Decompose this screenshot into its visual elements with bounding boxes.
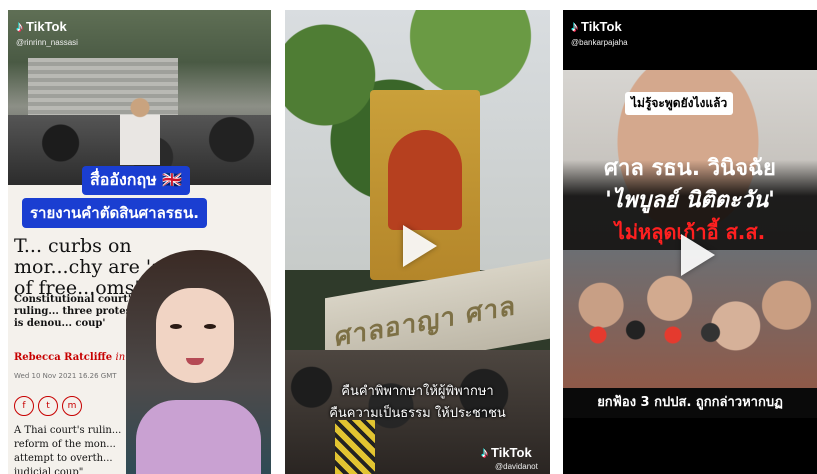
tiktok-note-icon: ♪ (571, 18, 578, 34)
creator-handle[interactable]: @davidanot (495, 462, 538, 471)
subtitle-line-1: คืนคำพิพากษาให้ผู้พิพากษา (341, 384, 494, 399)
presenter-mouth (186, 358, 204, 365)
video-panel-2[interactable]: ศาลอาญา ศาลยุติธรรม คืนคำพิพากษาให้ผู้พิ… (285, 10, 550, 474)
headline-line-1: ศาล รธน. วินิจฉัย (604, 156, 776, 181)
quote-label: ไม่รู้จะพูดยังไงแล้ว (625, 92, 734, 115)
headline-line-2: 'ไพบูลย์ นิติตะวัน' (605, 188, 775, 213)
letterbox-bottom (563, 418, 817, 474)
tiktok-wordmark: TikTok (26, 18, 67, 34)
play-icon[interactable] (681, 234, 715, 276)
presenter-face (156, 288, 234, 383)
presenter-image (126, 250, 271, 474)
subtitle-line-2: คืนความเป็นธรรม ให้ประชาชน (329, 406, 506, 421)
tiktok-wordmark: TikTok (491, 444, 532, 460)
caption-bottom: รายงานคำตัดสินศาลรธน. (22, 198, 207, 228)
court-emblem (388, 130, 462, 230)
twitter-share-icon: t (38, 396, 58, 416)
creator-handle[interactable]: @bankarpajaha (571, 38, 628, 47)
tiktok-note-icon: ♪ (481, 444, 488, 460)
byline-name: Rebecca Ratcliffe (14, 352, 113, 363)
article-body: A Thai court's rulin... reform of the mo… (14, 425, 122, 474)
play-icon[interactable] (403, 225, 437, 267)
caption-top: สื่ออังกฤษ 🇬🇧 (82, 166, 191, 195)
subtitle-bar: ยกฟ้อง 3 กปปส. ถูกกล่าวหากบฏ (563, 388, 817, 418)
protest-leader-figure (120, 95, 160, 165)
facebook-share-icon: f (14, 396, 34, 416)
tiktok-note-icon: ♪ (16, 18, 23, 34)
presenter-eye-right (204, 324, 216, 329)
article-date: Wed 10 Nov 2021 16.26 GMT (14, 372, 117, 380)
microphones (583, 310, 733, 360)
creator-handle[interactable]: @rinrinn_nassasi (16, 38, 78, 47)
presenter-eye-left (170, 324, 182, 329)
protester-striped-shirt (335, 420, 375, 474)
presenter-shirt (136, 400, 261, 474)
video-panel-1[interactable]: ♪ TikTok @rinrinn_nassasi T... curbs on … (8, 10, 271, 474)
tiktok-logo: ♪ TikTok (481, 444, 532, 460)
tiktok-logo: ♪ TikTok (571, 18, 622, 34)
tiktok-logo: ♪ TikTok (16, 18, 67, 34)
video-panel-3[interactable]: ♪ TikTok @bankarpajaha ไม่รู้จะพูดยังไงแ… (563, 10, 817, 474)
tiktok-wordmark: TikTok (581, 18, 622, 34)
email-share-icon: m (62, 396, 82, 416)
